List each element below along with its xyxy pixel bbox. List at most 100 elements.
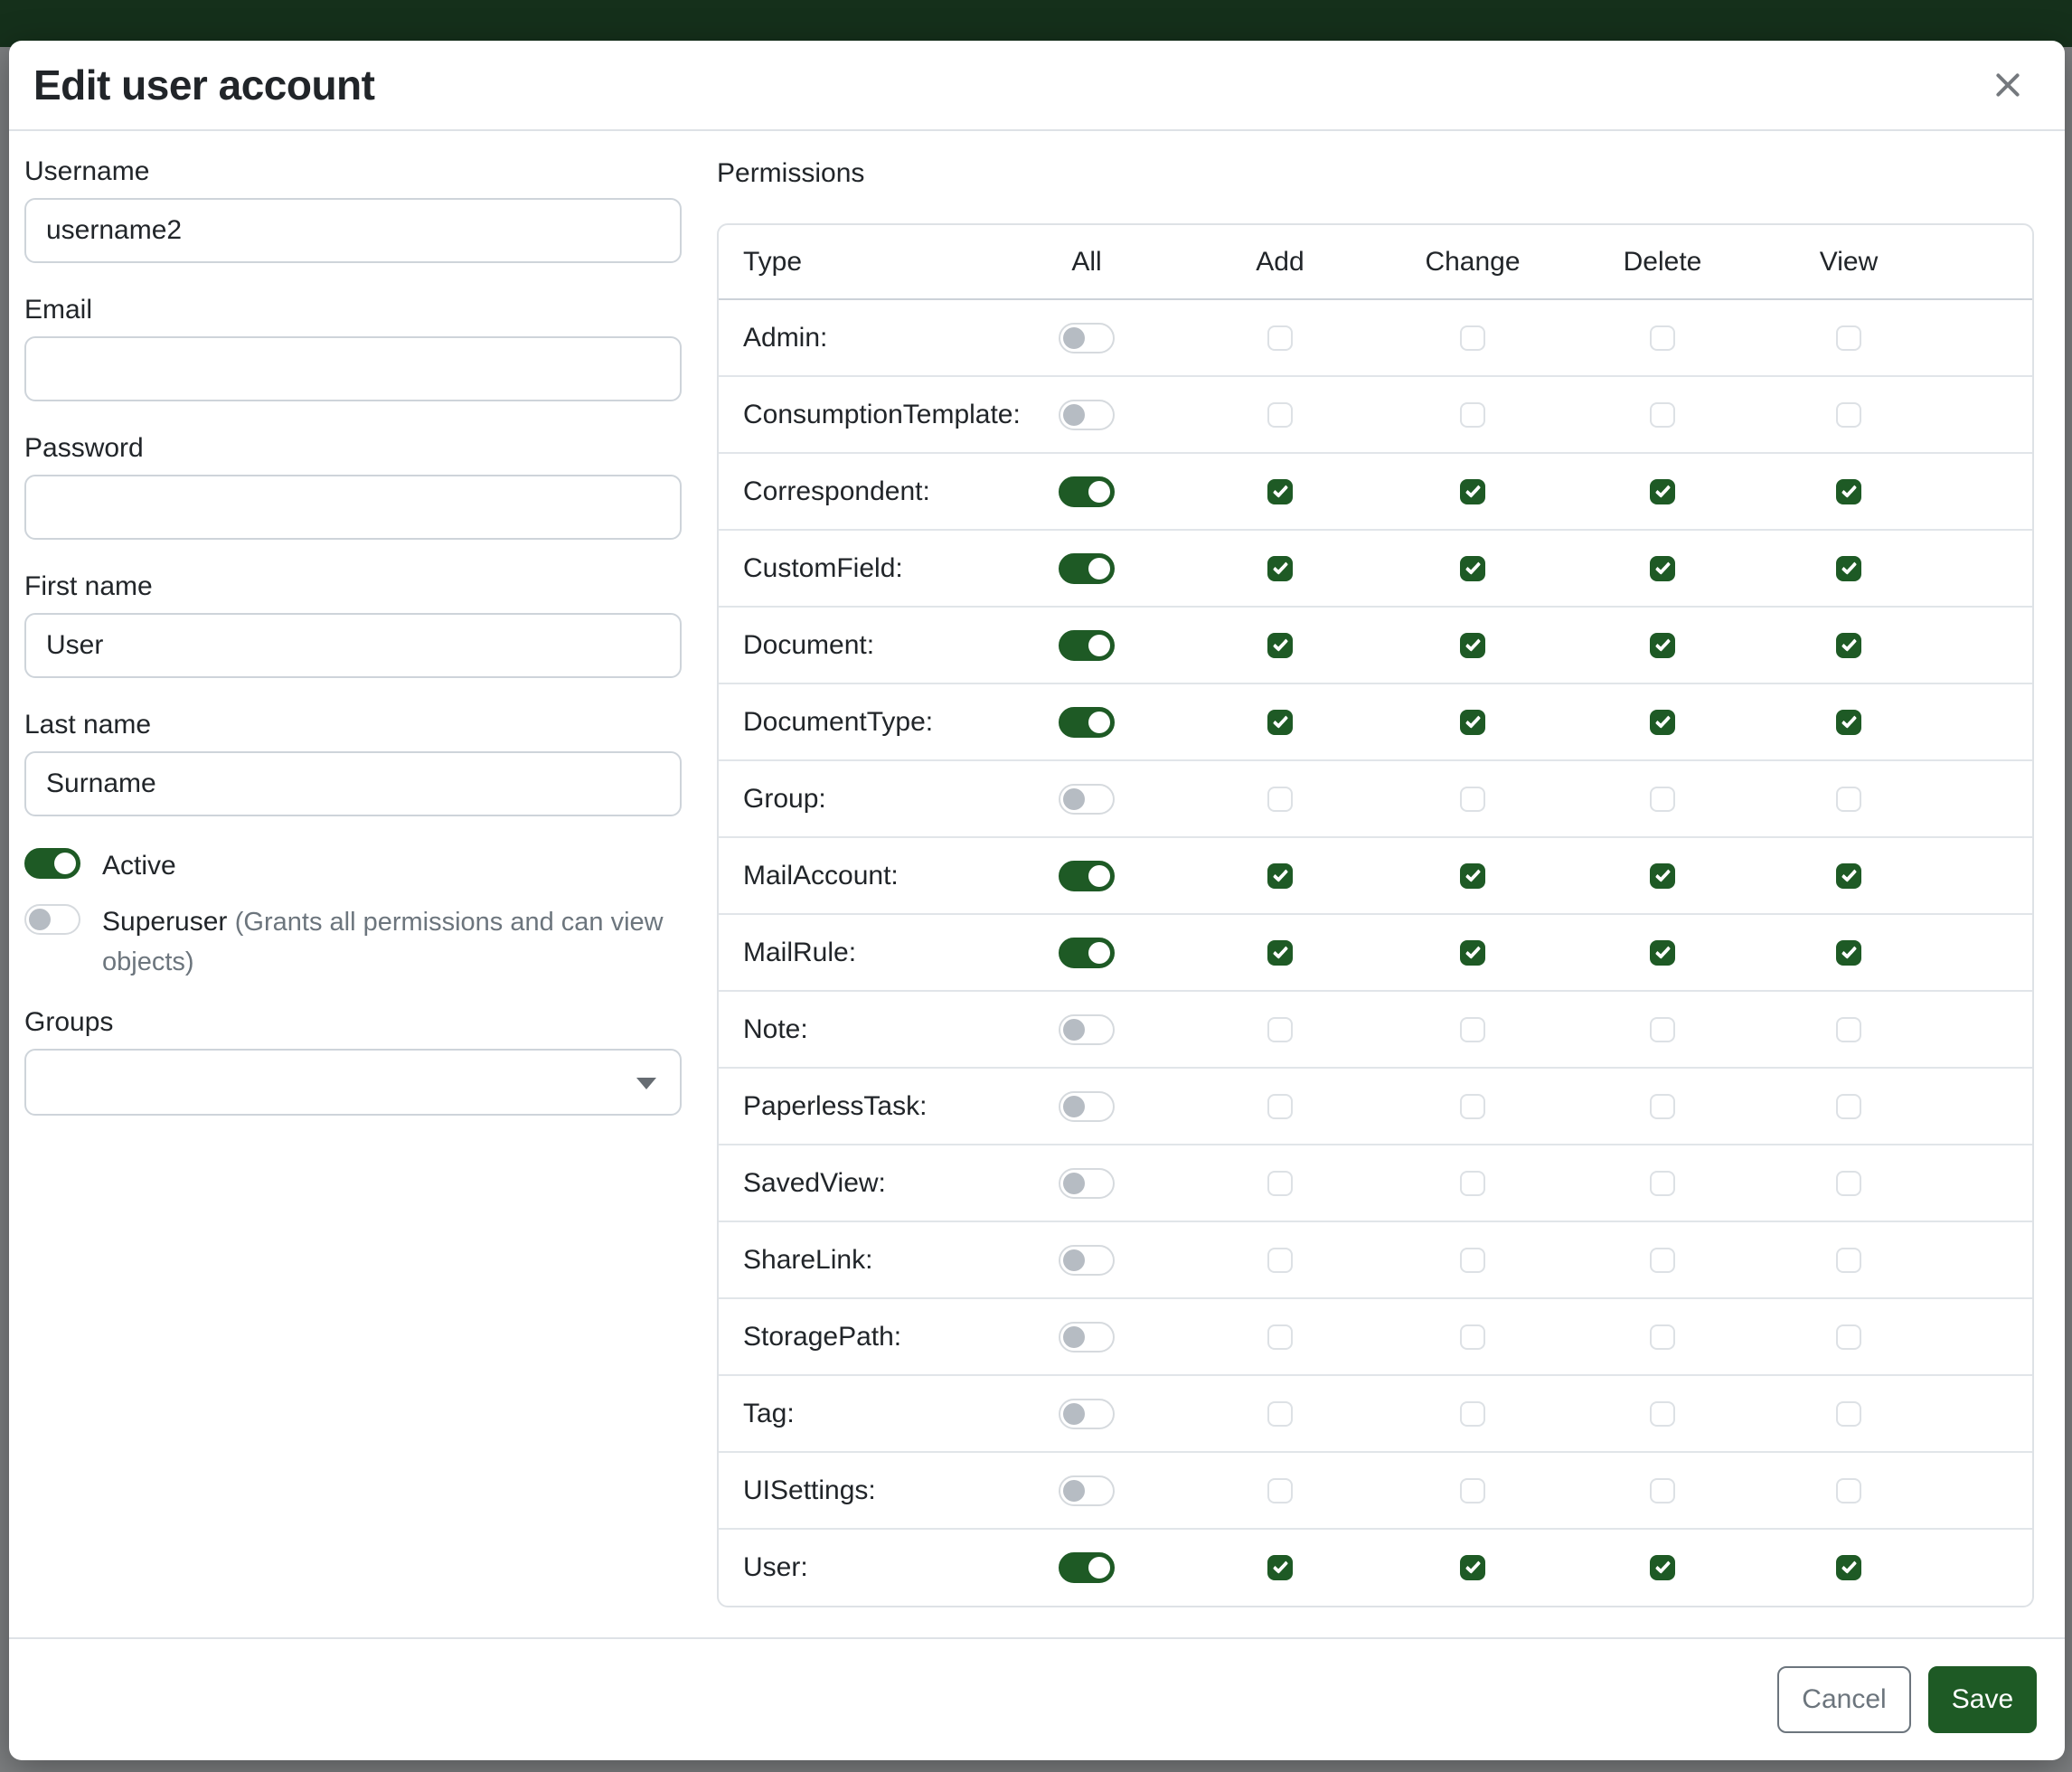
user-delete-checkbox[interactable] [1650, 1555, 1675, 1580]
correspondent-all-toggle[interactable] [1059, 476, 1115, 507]
group-delete-checkbox[interactable] [1650, 787, 1675, 812]
sharelink-change-checkbox[interactable] [1460, 1248, 1485, 1273]
customfield-view-checkbox[interactable] [1836, 556, 1861, 581]
tag-change-checkbox[interactable] [1460, 1401, 1485, 1427]
uisettings-view-checkbox[interactable] [1836, 1478, 1861, 1503]
uisettings-all-toggle[interactable] [1059, 1475, 1115, 1506]
storagepath-all-toggle[interactable] [1059, 1322, 1115, 1353]
correspondent-add-checkbox[interactable] [1267, 479, 1293, 504]
active-toggle[interactable] [24, 848, 80, 879]
admin-all-toggle[interactable] [1059, 323, 1115, 353]
sharelink-view-checkbox[interactable] [1836, 1248, 1861, 1273]
savedview-change-checkbox[interactable] [1460, 1171, 1485, 1196]
customfield-change-checkbox[interactable] [1460, 556, 1485, 581]
mailrule-change-checkbox[interactable] [1460, 940, 1485, 966]
sharelink-all-toggle[interactable] [1059, 1245, 1115, 1276]
customfield-add-checkbox[interactable] [1267, 556, 1293, 581]
superuser-label: Superuser (Grants all permissions and ca… [102, 902, 682, 982]
customfield-all-toggle[interactable] [1059, 553, 1115, 584]
first-name-field[interactable] [24, 613, 682, 678]
username-input[interactable] [24, 198, 682, 263]
paperlesstask-change-checkbox[interactable] [1460, 1094, 1485, 1119]
savedview-all-toggle[interactable] [1059, 1168, 1115, 1199]
group-permission-row: Group: [719, 760, 2032, 837]
tag-all-toggle[interactable] [1059, 1399, 1115, 1429]
admin-add-checkbox[interactable] [1267, 325, 1293, 351]
consumptiontemplate-view-checkbox[interactable] [1836, 402, 1861, 428]
consumptiontemplate-change-checkbox[interactable] [1460, 402, 1485, 428]
user-view-checkbox[interactable] [1836, 1555, 1861, 1580]
customfield-delete-checkbox[interactable] [1650, 556, 1675, 581]
tag-add-checkbox[interactable] [1267, 1401, 1293, 1427]
document-change-checkbox[interactable] [1460, 633, 1485, 658]
correspondent-delete-checkbox[interactable] [1650, 479, 1675, 504]
mailrule-add-checkbox[interactable] [1267, 940, 1293, 966]
user-all-toggle[interactable] [1059, 1552, 1115, 1583]
sharelink-add-checkbox[interactable] [1267, 1248, 1293, 1273]
storagepath-delete-checkbox[interactable] [1650, 1324, 1675, 1350]
savedview-delete-checkbox[interactable] [1650, 1171, 1675, 1196]
user-change-checkbox[interactable] [1460, 1555, 1485, 1580]
tag-delete-checkbox[interactable] [1650, 1401, 1675, 1427]
close-button[interactable] [1987, 64, 2029, 106]
consumptiontemplate-delete-checkbox[interactable] [1650, 402, 1675, 428]
documenttype-change-checkbox[interactable] [1460, 710, 1485, 735]
storagepath-change-checkbox[interactable] [1460, 1324, 1485, 1350]
note-delete-checkbox[interactable] [1650, 1017, 1675, 1042]
documenttype-delete-checkbox[interactable] [1650, 710, 1675, 735]
tag-permission-row: Tag: [719, 1375, 2032, 1452]
consumptiontemplate-all-toggle[interactable] [1059, 400, 1115, 430]
mailrule-delete-checkbox[interactable] [1650, 940, 1675, 966]
cancel-button[interactable]: Cancel [1777, 1666, 1911, 1733]
mailrule-all-toggle[interactable] [1059, 938, 1115, 968]
paperlesstask-delete-checkbox[interactable] [1650, 1094, 1675, 1119]
storagepath-view-checkbox[interactable] [1836, 1324, 1861, 1350]
mailaccount-delete-checkbox[interactable] [1650, 863, 1675, 889]
document-all-toggle[interactable] [1059, 630, 1115, 661]
note-view-checkbox[interactable] [1836, 1017, 1861, 1042]
groups-select[interactable] [24, 1049, 682, 1116]
correspondent-view-checkbox[interactable] [1836, 479, 1861, 504]
uisettings-add-checkbox[interactable] [1267, 1478, 1293, 1503]
email-field[interactable] [24, 336, 682, 401]
note-all-toggle[interactable] [1059, 1014, 1115, 1045]
admin-change-checkbox[interactable] [1460, 325, 1485, 351]
admin-view-checkbox[interactable] [1836, 325, 1861, 351]
documenttype-view-checkbox[interactable] [1836, 710, 1861, 735]
uisettings-change-checkbox[interactable] [1460, 1478, 1485, 1503]
superuser-toggle[interactable] [24, 904, 80, 935]
correspondent-change-checkbox[interactable] [1460, 479, 1485, 504]
savedview-add-checkbox[interactable] [1267, 1171, 1293, 1196]
paperlesstask-add-checkbox[interactable] [1267, 1094, 1293, 1119]
mailaccount-view-checkbox[interactable] [1836, 863, 1861, 889]
mailaccount-change-checkbox[interactable] [1460, 863, 1485, 889]
paperlesstask-view-checkbox[interactable] [1836, 1094, 1861, 1119]
password-field[interactable] [24, 475, 682, 540]
last-name-group: Last name [24, 708, 682, 816]
save-button[interactable]: Save [1928, 1666, 2037, 1733]
document-add-checkbox[interactable] [1267, 633, 1293, 658]
group-all-toggle[interactable] [1059, 784, 1115, 815]
documenttype-all-toggle[interactable] [1059, 707, 1115, 738]
savedview-view-checkbox[interactable] [1836, 1171, 1861, 1196]
mailaccount-all-toggle[interactable] [1059, 861, 1115, 891]
sharelink-delete-checkbox[interactable] [1650, 1248, 1675, 1273]
storagepath-add-checkbox[interactable] [1267, 1324, 1293, 1350]
note-change-checkbox[interactable] [1460, 1017, 1485, 1042]
tag-view-checkbox[interactable] [1836, 1401, 1861, 1427]
document-view-checkbox[interactable] [1836, 633, 1861, 658]
group-add-checkbox[interactable] [1267, 787, 1293, 812]
mailaccount-add-checkbox[interactable] [1267, 863, 1293, 889]
admin-delete-checkbox[interactable] [1650, 325, 1675, 351]
note-add-checkbox[interactable] [1267, 1017, 1293, 1042]
paperlesstask-all-toggle[interactable] [1059, 1091, 1115, 1122]
consumptiontemplate-add-checkbox[interactable] [1267, 402, 1293, 428]
uisettings-delete-checkbox[interactable] [1650, 1478, 1675, 1503]
mailrule-view-checkbox[interactable] [1836, 940, 1861, 966]
group-change-checkbox[interactable] [1460, 787, 1485, 812]
group-view-checkbox[interactable] [1836, 787, 1861, 812]
last-name-field[interactable] [24, 751, 682, 816]
user-add-checkbox[interactable] [1267, 1555, 1293, 1580]
documenttype-add-checkbox[interactable] [1267, 710, 1293, 735]
document-delete-checkbox[interactable] [1650, 633, 1675, 658]
